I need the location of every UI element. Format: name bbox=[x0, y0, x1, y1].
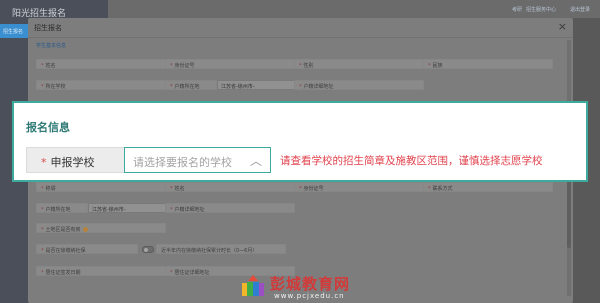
guardian-contact-field[interactable]: * 联系方式 bbox=[423, 182, 553, 192]
guardian-id-field[interactable]: * 身份证号 bbox=[294, 182, 424, 192]
topbar-item-kaoyan[interactable]: 考研 bbox=[512, 6, 522, 13]
guardian-title-field[interactable]: * 称谓 bbox=[36, 182, 166, 192]
callout-title: 报名信息 bbox=[26, 121, 70, 134]
school-select[interactable]: 请选择要报名的学校 ︿ bbox=[124, 147, 271, 173]
watermark-title: 彭城教育网 bbox=[270, 275, 351, 293]
school-label-text: 申报学校 bbox=[50, 156, 95, 169]
ethnicity-field[interactable]: * 民族 bbox=[423, 59, 553, 69]
social-insurance-duration-field[interactable]: 近半年内在徐缴纳社保累计时长（0—6月） bbox=[156, 244, 286, 254]
chevron-up-icon[interactable]: ︿ bbox=[250, 152, 262, 169]
topbar-item-logout[interactable]: 退出登录 bbox=[570, 6, 590, 13]
household-region-label: * 户籍所在地 bbox=[165, 80, 217, 90]
name-field[interactable]: * 姓名 bbox=[36, 59, 166, 69]
school-label: * 申报学校 bbox=[26, 147, 136, 173]
guardian-region-label: * 户籍所在地 bbox=[36, 203, 88, 213]
enroll-info-callout: 报名信息 * 申报学校 请选择要报名的学校 ︿ 请查看学校的招生简章及施教区范围，… bbox=[12, 101, 588, 182]
school-field[interactable]: * 所在学校 bbox=[36, 80, 166, 90]
household-region-select[interactable]: 江苏省-徐州市- bbox=[217, 80, 295, 90]
guardian-region-select[interactable]: 江苏省-徐州市- bbox=[88, 203, 166, 213]
book-logo-icon bbox=[242, 275, 264, 296]
house-owned-field[interactable]: * 土地区是否有房 bbox=[36, 223, 166, 233]
close-icon[interactable]: × bbox=[558, 20, 567, 33]
watermark-url: www.pcjxedu.cn bbox=[274, 292, 345, 300]
guardian-name-field[interactable]: * 姓名 bbox=[165, 182, 295, 192]
watermark: 彭城教育网 www.pcjxedu.cn bbox=[240, 272, 370, 300]
required-mark: * bbox=[41, 156, 47, 169]
school-select-placeholder: 请选择要报名的学校 bbox=[133, 156, 232, 169]
social-insurance-toggle[interactable] bbox=[142, 246, 154, 253]
social-insurance-label: * 是否在徐缴纳社保 bbox=[36, 244, 138, 254]
residence-permit-date-field[interactable]: * 居住证签发日期 bbox=[36, 266, 166, 276]
topbar-item-service[interactable]: 招生服务中心 bbox=[526, 6, 556, 13]
id-number-field[interactable]: * 身份证号 bbox=[165, 59, 295, 69]
school-selection-warning: 请查看学校的招生简章及施教区范围，谨慎选择志愿学校 bbox=[280, 155, 543, 167]
modal-title: 招生报名 bbox=[28, 18, 573, 38]
household-address-field[interactable]: * 户籍详细地址 bbox=[294, 80, 424, 90]
top-bar: 考研 招生服务中心 退出登录 bbox=[108, 0, 600, 18]
gender-field[interactable]: * 性别 bbox=[294, 59, 424, 69]
guardian-address-field[interactable]: * 户籍详细地址 bbox=[165, 203, 295, 213]
info-icon bbox=[82, 227, 88, 232]
section-student-info: 学生基本信息 bbox=[36, 43, 67, 49]
